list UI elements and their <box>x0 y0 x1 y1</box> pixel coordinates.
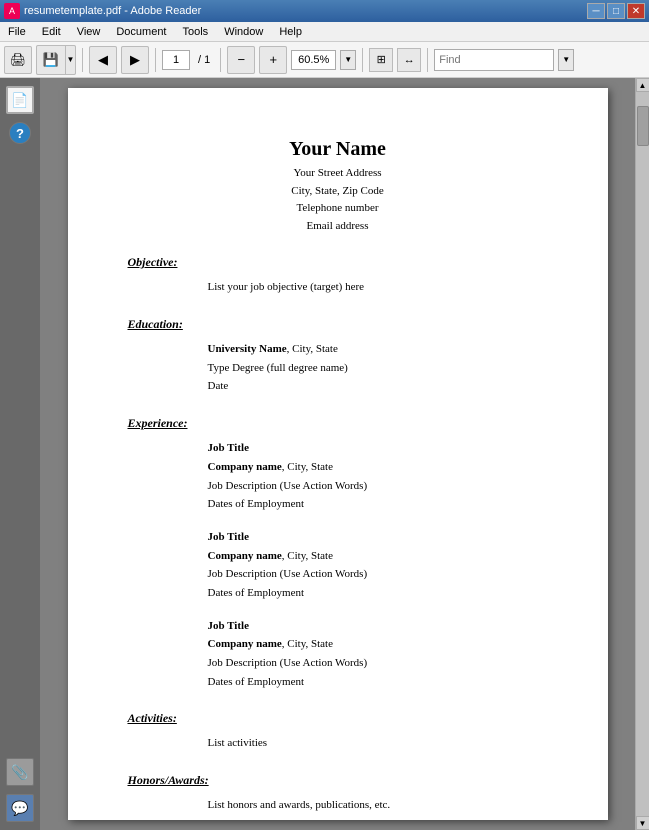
page-thumbnails-icon[interactable]: 📄 <box>6 86 34 114</box>
menu-tools[interactable]: Tools <box>175 22 217 41</box>
menu-document[interactable]: Document <box>108 22 174 41</box>
street-address: Your Street Address <box>128 165 548 183</box>
city-state-zip: City, State, Zip Code <box>128 183 548 201</box>
menu-bar: File Edit View Document Tools Window Hel… <box>0 22 649 42</box>
scroll-down-arrow[interactable]: ▼ <box>636 816 649 830</box>
zoom-dropdown[interactable]: ▼ <box>340 50 356 70</box>
forward-button[interactable]: ▶ <box>121 46 149 74</box>
scroll-up-arrow[interactable]: ▲ <box>636 78 649 92</box>
objective-heading: Objective: <box>128 255 548 270</box>
sidebar-bottom: 📎 💬 <box>6 458 34 830</box>
job-description-3: Job Description (Use Action Words) <box>208 654 548 673</box>
separator-2 <box>155 48 156 72</box>
toolbar: 🖨 💾 ▼ ◀ ▶ / 1 − + ▼ ⊞ ↔ ▼ <box>0 42 649 78</box>
honors-heading: Honors/Awards: <box>128 773 548 788</box>
maximize-button[interactable]: □ <box>607 3 625 19</box>
comment-icon[interactable]: 📎 <box>6 758 34 786</box>
scroll-thumb[interactable] <box>637 106 649 146</box>
separator-1 <box>82 48 83 72</box>
job-title-3: Job Title <box>208 617 548 636</box>
company-line-2: Company name, City, State <box>208 547 548 566</box>
activities-content: List activities <box>208 734 548 753</box>
objective-section: Objective: List your job objective (targ… <box>128 255 548 297</box>
share-icon[interactable]: 💬 <box>6 794 34 822</box>
job-title-1: Job Title <box>208 439 548 458</box>
menu-edit[interactable]: Edit <box>34 22 69 41</box>
save-dropdown[interactable]: ▼ <box>65 46 75 74</box>
experience-section: Experience: Job Title Company name, City… <box>128 416 548 691</box>
objective-content: List your job objective (target) here <box>208 278 548 297</box>
job-title-2: Job Title <box>208 528 548 547</box>
employment-dates-1: Dates of Employment <box>208 495 548 514</box>
separator-4 <box>362 48 363 72</box>
education-heading: Education: <box>128 317 548 332</box>
job-block-1: Job Title Company name, City, State Job … <box>208 439 548 514</box>
activities-heading: Activities: <box>128 711 548 726</box>
close-button[interactable]: ✕ <box>627 3 645 19</box>
graduation-date: Date <box>208 377 548 396</box>
email: Email address <box>128 218 548 236</box>
page-number-input[interactable] <box>162 50 190 70</box>
main-area: 📄 ? 📎 💬 Your Name Your Street Address Ci… <box>0 78 649 830</box>
zoom-in-button[interactable]: + <box>259 46 287 74</box>
zoom-out-button[interactable]: − <box>227 46 255 74</box>
window-controls: ─ □ ✕ <box>587 3 645 19</box>
find-dropdown[interactable]: ▼ <box>558 49 574 71</box>
save-button[interactable]: 💾 <box>37 46 65 74</box>
window-title: resumetemplate.pdf - Adobe Reader <box>24 5 201 17</box>
menu-file[interactable]: File <box>0 22 34 41</box>
employment-dates-3: Dates of Employment <box>208 673 548 692</box>
degree-line: Type Degree (full degree name) <box>208 359 548 378</box>
help-icon[interactable]: ? <box>9 122 31 144</box>
minimize-button[interactable]: ─ <box>587 3 605 19</box>
left-sidebar: 📄 ? 📎 💬 <box>0 78 40 830</box>
menu-view[interactable]: View <box>69 22 109 41</box>
education-section: Education: University Name, City, State … <box>128 317 548 396</box>
fit-page-button[interactable]: ⊞ <box>369 48 393 72</box>
separator-5 <box>427 48 428 72</box>
job-description-2: Job Description (Use Action Words) <box>208 565 548 584</box>
menu-window[interactable]: Window <box>216 22 271 41</box>
back-button[interactable]: ◀ <box>89 46 117 74</box>
job-block-2: Job Title Company name, City, State Job … <box>208 528 548 603</box>
menu-help[interactable]: Help <box>271 22 310 41</box>
company-line-1: Company name, City, State <box>208 458 548 477</box>
document-area: Your Name Your Street Address City, Stat… <box>40 78 635 830</box>
zoom-level-input[interactable] <box>291 50 336 70</box>
experience-content: Job Title Company name, City, State Job … <box>208 439 548 691</box>
pdf-page: Your Name Your Street Address City, Stat… <box>68 88 608 820</box>
job-description-1: Job Description (Use Action Words) <box>208 477 548 496</box>
honors-content: List honors and awards, publications, et… <box>208 796 548 815</box>
activities-section: Activities: List activities <box>128 711 548 753</box>
employment-dates-2: Dates of Employment <box>208 584 548 603</box>
page-total: / 1 <box>194 54 214 66</box>
find-input[interactable] <box>434 49 554 71</box>
university-name: University Name, City, State <box>208 340 548 359</box>
resume-contact: Your Street Address City, State, Zip Cod… <box>128 165 548 235</box>
job-block-3: Job Title Company name, City, State Job … <box>208 617 548 692</box>
print-button[interactable]: 🖨 <box>4 46 32 74</box>
vertical-scrollbar: ▲ ▼ <box>635 78 649 830</box>
separator-3 <box>220 48 221 72</box>
company-line-3: Company name, City, State <box>208 635 548 654</box>
title-bar: A resumetemplate.pdf - Adobe Reader ─ □ … <box>0 0 649 22</box>
resume-name: Your Name <box>128 138 548 161</box>
education-content: University Name, City, State Type Degree… <box>208 340 548 396</box>
fit-width-button[interactable]: ↔ <box>397 48 421 72</box>
experience-heading: Experience: <box>128 416 548 431</box>
telephone: Telephone number <box>128 200 548 218</box>
honors-section: Honors/Awards: List honors and awards, p… <box>128 773 548 815</box>
app-icon: A <box>4 3 20 19</box>
